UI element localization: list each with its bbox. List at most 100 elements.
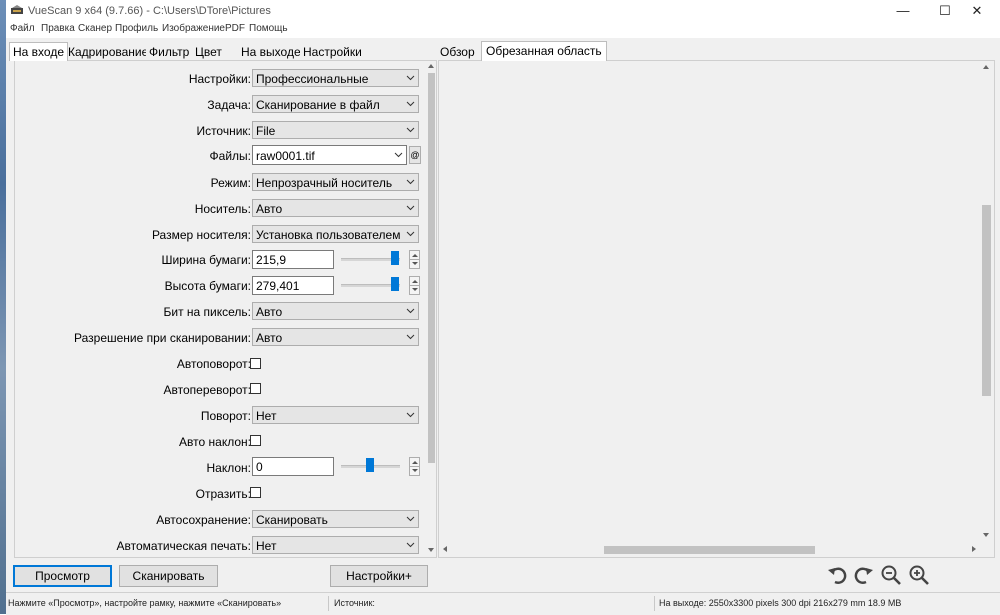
paper-height-label: Высота бумаги: xyxy=(164,279,251,293)
rotation-value: Нет xyxy=(256,409,277,423)
settings-plus-button[interactable]: Настройки+ xyxy=(330,565,428,587)
settings-value: Профессиональные xyxy=(256,72,369,86)
auto-print-label: Автоматическая печать: xyxy=(116,539,251,553)
media-value: Авто xyxy=(256,202,283,216)
tab-crop-area[interactable]: Обрезанная область xyxy=(481,41,607,61)
mode-value: Непрозрачный носитель xyxy=(256,176,393,190)
rotation-label: Поворот: xyxy=(200,409,251,423)
paper-width-spinner[interactable] xyxy=(409,250,420,269)
chevron-down-icon xyxy=(406,205,415,211)
skew-label: Наклон: xyxy=(206,461,252,475)
mirror-checkbox[interactable] xyxy=(250,487,261,498)
auto-print-select[interactable]: Нет xyxy=(252,536,419,554)
tab-filter[interactable]: Фильтр xyxy=(146,43,193,61)
status-output: На выходе: 2550x3300 pixels 300 dpi 216x… xyxy=(659,598,902,608)
paper-height-input[interactable]: 279,401 xyxy=(252,276,334,295)
tab-input[interactable]: На входе xyxy=(9,42,68,61)
chevron-down-icon xyxy=(406,75,415,81)
resolution-select[interactable]: Авто xyxy=(252,328,419,346)
scroll-down-icon[interactable] xyxy=(983,533,989,537)
tab-settings[interactable]: Настройки xyxy=(300,43,365,61)
scroll-right-icon[interactable] xyxy=(972,546,976,552)
paper-width-input[interactable]: 215,9 xyxy=(252,250,334,269)
left-panel-scroll-thumb[interactable] xyxy=(428,73,435,463)
skew-slider-thumb[interactable] xyxy=(366,458,374,472)
status-separator xyxy=(654,596,655,611)
bits-value: Авто xyxy=(256,305,283,319)
media-size-select[interactable]: Установка пользователем xyxy=(252,225,419,243)
menu-file[interactable]: Файл xyxy=(10,23,35,34)
close-button[interactable]: ✕ xyxy=(954,0,1000,22)
auto-print-value: Нет xyxy=(256,539,277,553)
image-hscroll-thumb[interactable] xyxy=(604,546,815,554)
menu-scanner[interactable]: Сканер xyxy=(78,23,112,34)
auto-save-label: Автосохранение: xyxy=(156,513,251,527)
mode-select[interactable]: Непрозрачный носитель xyxy=(252,173,419,191)
chevron-down-icon xyxy=(394,152,403,158)
scroll-left-icon[interactable] xyxy=(443,546,447,552)
vuescan-window: VueScan 9 x64 (9.7.66) - C:\Users\DTore\… xyxy=(6,0,1000,615)
menu-image[interactable]: Изображение xyxy=(162,23,225,34)
chevron-down-icon xyxy=(406,101,415,107)
status-hint: Нажмите «Просмотр», настройте рамку, наж… xyxy=(8,598,282,608)
tab-color[interactable]: Цвет xyxy=(192,43,225,61)
skew-input[interactable]: 0 xyxy=(252,457,334,476)
vuescan-app-icon xyxy=(11,5,23,14)
files-combo[interactable]: raw0001.tif xyxy=(252,145,407,165)
preview-button[interactable]: Просмотр xyxy=(13,565,112,587)
input-settings-panel: Настройки: Профессиональные Задача: Скан… xyxy=(14,60,437,558)
tab-output[interactable]: На выходе xyxy=(238,43,304,61)
image-canvas[interactable] xyxy=(439,61,975,543)
menu-profile[interactable]: Профиль xyxy=(115,23,158,34)
auto-skew-checkbox[interactable] xyxy=(250,435,261,446)
zoom-in-icon[interactable] xyxy=(908,564,930,586)
auto-flip-checkbox[interactable] xyxy=(250,383,261,394)
scroll-up-icon[interactable] xyxy=(428,64,434,68)
paper-height-value: 279,401 xyxy=(256,279,300,293)
tab-crop[interactable]: Кадрирование xyxy=(65,43,152,61)
source-select[interactable]: File xyxy=(252,121,419,139)
auto-skew-label: Авто наклон: xyxy=(179,435,251,449)
status-separator xyxy=(328,596,329,611)
menu-bar: Файл Правка Сканер Профиль Изображение P… xyxy=(6,22,1000,38)
paper-height-spinner[interactable] xyxy=(409,276,420,295)
image-horizontal-scrollbar[interactable] xyxy=(439,543,994,557)
task-select[interactable]: Сканирование в файл xyxy=(252,95,419,113)
chevron-down-icon xyxy=(406,231,415,237)
menu-edit[interactable]: Правка xyxy=(41,23,75,34)
image-vscroll-thumb[interactable] xyxy=(982,205,991,396)
rotation-select[interactable]: Нет xyxy=(252,406,419,424)
minimize-button[interactable]: — xyxy=(880,0,926,22)
rotate-right-icon[interactable] xyxy=(853,564,875,586)
menu-help[interactable]: Помощь xyxy=(249,23,288,34)
scan-button[interactable]: Сканировать xyxy=(119,565,218,587)
chevron-down-icon xyxy=(406,308,415,314)
skew-spinner[interactable] xyxy=(409,457,420,476)
paper-width-slider-thumb[interactable] xyxy=(391,251,399,265)
skew-value: 0 xyxy=(256,460,263,474)
chevron-down-icon xyxy=(406,516,415,522)
zoom-out-icon[interactable] xyxy=(880,564,902,586)
status-source: Источник: xyxy=(334,598,375,608)
auto-save-value: Сканировать xyxy=(256,513,328,527)
image-view-panel xyxy=(438,60,995,558)
task-label: Задача: xyxy=(207,98,251,112)
bits-select[interactable]: Авто xyxy=(252,302,419,320)
menu-pdf[interactable]: PDF xyxy=(225,23,245,34)
image-vertical-scrollbar[interactable] xyxy=(978,61,994,543)
auto-rotate-checkbox[interactable] xyxy=(250,358,261,369)
scroll-down-icon[interactable] xyxy=(428,548,434,552)
auto-save-select[interactable]: Сканировать xyxy=(252,510,419,528)
bits-label: Бит на пиксель: xyxy=(163,305,252,319)
paper-height-slider-thumb[interactable] xyxy=(391,277,399,291)
media-select[interactable]: Авто xyxy=(252,199,419,217)
files-label: Файлы: xyxy=(209,149,251,163)
paper-width-value: 215,9 xyxy=(256,253,287,267)
rotate-left-icon[interactable] xyxy=(826,564,848,586)
scroll-up-icon[interactable] xyxy=(983,65,989,69)
media-label: Носитель: xyxy=(194,202,251,216)
source-value: File xyxy=(256,124,276,138)
browse-files-button[interactable]: @ xyxy=(409,146,421,164)
settings-select[interactable]: Профессиональные xyxy=(252,69,419,87)
left-panel-scrollbar[interactable] xyxy=(427,61,435,557)
